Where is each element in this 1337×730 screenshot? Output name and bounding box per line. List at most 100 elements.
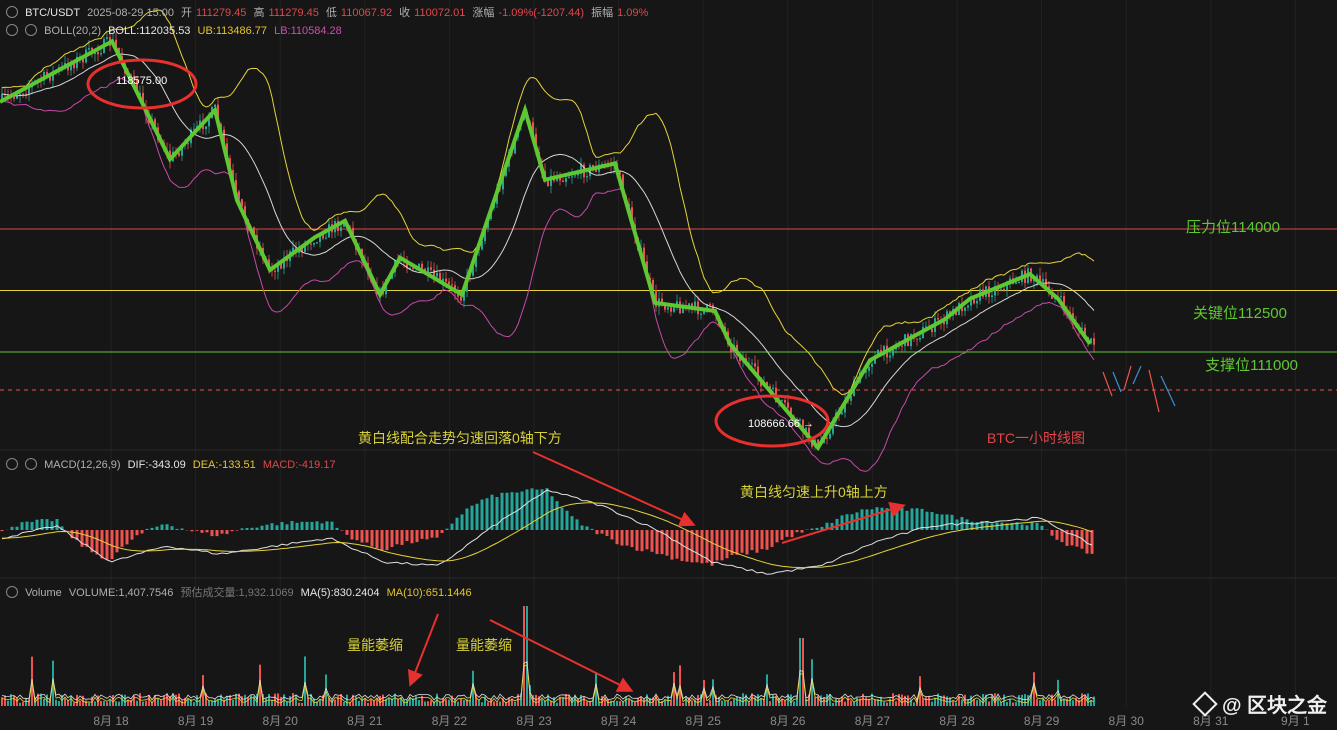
macd-bar — [685, 530, 689, 562]
candle-body — [967, 305, 969, 308]
volume-bar — [346, 694, 348, 706]
candle-body — [316, 241, 318, 244]
volume-bar — [856, 697, 858, 706]
volume-bar — [562, 697, 564, 706]
volume-bar — [1066, 698, 1068, 706]
volume-bar — [739, 697, 741, 706]
macd-bar — [20, 522, 24, 530]
volume-bar — [1012, 702, 1014, 706]
volume-bar — [430, 700, 432, 706]
boll-name: BOLL(20,2) — [44, 25, 101, 37]
eye-icon[interactable] — [6, 458, 18, 470]
volume-bar — [358, 700, 360, 706]
high-value: 111279.45 — [268, 7, 319, 19]
macd-bar — [420, 530, 424, 539]
macd-bar — [645, 530, 649, 550]
macd-bar — [795, 530, 799, 533]
macd-bar — [910, 508, 914, 530]
volume-bar — [67, 700, 69, 706]
macd-bar — [170, 526, 174, 530]
volume-bar — [460, 698, 462, 706]
volume-bar — [583, 696, 585, 706]
macd-bar — [245, 528, 249, 530]
macd-bar — [240, 528, 244, 530]
candle-body — [448, 281, 450, 285]
eye-icon[interactable] — [6, 586, 18, 598]
volume-bar — [721, 700, 723, 706]
candle-body — [313, 243, 315, 245]
macd-bar — [135, 530, 139, 536]
volume-bar — [1003, 694, 1005, 706]
volume-bar — [1039, 700, 1041, 706]
candle-body — [430, 267, 432, 270]
volume-bar — [682, 702, 684, 706]
volume-ma10: MA(10):651.1446 — [386, 587, 472, 599]
volume-bar — [235, 693, 237, 706]
volume-bar — [124, 694, 126, 706]
macd-bar — [550, 496, 554, 530]
macd-bar — [470, 505, 474, 530]
volume-bar — [784, 700, 786, 706]
volume-bar — [217, 699, 219, 706]
volume-bar — [685, 696, 687, 706]
volume-bar — [193, 702, 195, 706]
macd-bar — [520, 491, 524, 530]
macd-bar — [45, 519, 49, 530]
volume-bar — [55, 699, 57, 706]
macd-bar — [620, 530, 624, 546]
volume-bar — [556, 702, 558, 706]
macd-bar — [380, 530, 384, 551]
volume-bar — [1021, 694, 1023, 706]
candle-body — [460, 296, 462, 301]
x-tick-label: 8月 20 — [263, 714, 299, 728]
macd-bar — [390, 530, 394, 547]
volume-bar — [226, 696, 228, 706]
volume-bar — [991, 694, 993, 706]
macd-bar — [675, 530, 679, 559]
volume-bar — [925, 697, 927, 706]
macd-bar — [115, 530, 119, 553]
macd-bar — [940, 514, 944, 530]
support-label: 支撑位111000 — [1205, 357, 1298, 374]
volume-bar — [610, 700, 612, 706]
x-tick-label: 8月 25 — [686, 714, 722, 728]
macd-bar — [15, 526, 19, 530]
volume-bar — [769, 701, 771, 706]
volume-bar — [838, 699, 840, 706]
macd-bar — [30, 521, 34, 530]
macd-bar — [800, 530, 804, 533]
macd-bar — [990, 523, 994, 530]
datetime: 2025-08-29 15:00 — [87, 7, 174, 19]
macd-bar — [310, 521, 314, 530]
amp-label: 振幅 — [591, 7, 614, 19]
macd-bar — [775, 530, 779, 543]
volume-bar — [250, 695, 252, 706]
candle-body — [88, 47, 90, 50]
volume-bar — [445, 699, 447, 706]
eye-icon[interactable] — [6, 24, 18, 36]
eye-icon[interactable] — [6, 6, 18, 18]
volume-bar — [208, 700, 210, 706]
alarm-bell-icon[interactable] — [25, 24, 38, 36]
macd-dea: DEA:-133.51 — [192, 459, 256, 471]
macd-bar — [1075, 530, 1079, 547]
macd-bar — [410, 530, 414, 544]
volume-bar — [523, 606, 525, 706]
volume-bar — [883, 701, 885, 706]
macd-bar — [945, 514, 949, 530]
macd-bar — [145, 528, 149, 530]
macd-bar — [220, 530, 224, 534]
volume-bar — [772, 695, 774, 706]
candle-body — [205, 126, 207, 130]
volume-bar — [457, 701, 459, 706]
alarm-bell-icon[interactable] — [25, 458, 38, 470]
macd-note-up: 黄白线匀速上升0轴上方 — [740, 484, 888, 500]
volume-bar — [319, 699, 321, 706]
candle-body — [97, 51, 99, 55]
volume-bar — [496, 702, 498, 706]
macd-bar — [230, 530, 234, 532]
candle-body — [574, 175, 576, 177]
macd-bar — [635, 530, 639, 551]
volume-bar — [526, 606, 528, 706]
volume-bar — [493, 701, 495, 706]
